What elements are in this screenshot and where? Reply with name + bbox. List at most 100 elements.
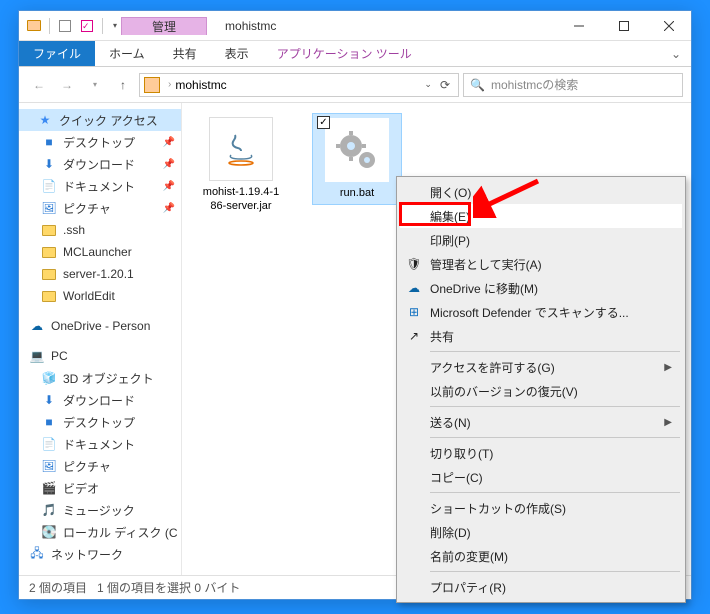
submenu-arrow-icon: ▶ — [664, 417, 672, 428]
navigation-pane[interactable]: ★ クイック アクセス ■デスクトップ📌 ⬇ダウンロード📌 📄ドキュメント📌 🖼… — [19, 103, 182, 575]
menu-edit[interactable]: 編集(E) — [400, 204, 682, 228]
sidebar-quick-access[interactable]: ★ クイック アクセス — [19, 109, 181, 131]
close-button[interactable] — [646, 11, 691, 40]
address-bar[interactable]: › mohistmc ⌄ ⟳ — [139, 73, 459, 97]
sidebar-item-3d[interactable]: 🧊3D オブジェクト — [19, 367, 181, 389]
sidebar-item-downloads[interactable]: ⬇ダウンロード📌 — [19, 153, 181, 175]
folder-icon — [41, 222, 57, 238]
menu-run-admin[interactable]: 🛡管理者として実行(A) — [400, 252, 682, 276]
document-icon: 📄 — [41, 436, 57, 452]
breadcrumb-folder[interactable]: mohistmc — [175, 78, 226, 92]
file-label: mohist-1.19.4-186-server.jar — [200, 185, 282, 214]
tab-app-tools[interactable]: アプリケーション ツール — [263, 41, 426, 66]
menu-separator — [430, 406, 680, 407]
sidebar-item-documents[interactable]: 📄ドキュメント📌 — [19, 175, 181, 197]
navigation-bar: ← → ▾ ↑ › mohistmc ⌄ ⟳ 🔍 mohistmcの検索 — [19, 67, 691, 103]
onedrive-icon: ☁ — [406, 280, 422, 296]
menu-restore[interactable]: 以前のバージョンの復元(V) — [400, 379, 682, 403]
ribbon-expand-icon[interactable]: ⌄ — [661, 41, 691, 66]
sidebar-item-downloads-pc[interactable]: ⬇ダウンロード — [19, 389, 181, 411]
menu-copy[interactable]: コピー(C) — [400, 465, 682, 489]
sidebar-item-video[interactable]: 🎬ビデオ — [19, 477, 181, 499]
management-tab[interactable]: 管理 — [121, 17, 207, 35]
menu-access[interactable]: アクセスを許可する(G)▶ — [400, 355, 682, 379]
sidebar-item-pictures-pc[interactable]: 🖼ピクチャ — [19, 455, 181, 477]
tab-view[interactable]: 表示 — [211, 41, 263, 66]
maximize-button[interactable] — [601, 11, 646, 40]
pin-icon: 📌 — [163, 137, 175, 148]
download-icon: ⬇ — [41, 156, 57, 172]
tab-file[interactable]: ファイル — [19, 41, 95, 66]
file-item-jar[interactable]: mohist-1.19.4-186-server.jar — [196, 113, 286, 218]
download-icon: ⬇ — [41, 392, 57, 408]
menu-shortcut[interactable]: ショートカットの作成(S) — [400, 496, 682, 520]
qat-dropdown-icon[interactable]: ▾ — [109, 21, 121, 30]
folder-app-icon — [25, 17, 43, 35]
picture-icon: 🖼 — [41, 458, 57, 474]
forward-button[interactable]: → — [55, 73, 79, 97]
minimize-button[interactable] — [556, 11, 601, 40]
desktop-icon: ■ — [41, 414, 57, 430]
address-dropdown-icon[interactable]: ⌄ — [420, 79, 436, 90]
menu-properties[interactable]: プロパティ(R) — [400, 575, 682, 599]
bat-icon — [325, 118, 389, 182]
recent-dropdown-icon[interactable]: ▾ — [83, 73, 107, 97]
menu-rename[interactable]: 名前の変更(M) — [400, 544, 682, 568]
disk-icon: 💽 — [41, 524, 57, 540]
window-controls — [556, 11, 691, 40]
breadcrumb-separator-icon[interactable]: › — [164, 79, 175, 90]
sidebar-onedrive[interactable]: ☁OneDrive - Person — [19, 315, 181, 337]
window-title: mohistmc — [207, 17, 294, 35]
video-icon: 🎬 — [41, 480, 57, 496]
sidebar-item-worldedit[interactable]: WorldEdit — [19, 285, 181, 307]
sidebar-item-mclauncher[interactable]: MCLauncher — [19, 241, 181, 263]
tab-share[interactable]: 共有 — [159, 41, 211, 66]
sidebar-item-documents-pc[interactable]: 📄ドキュメント — [19, 433, 181, 455]
file-item-bat[interactable]: ✓ run.bat — [312, 113, 402, 205]
tab-home[interactable]: ホーム — [95, 41, 159, 66]
sidebar-item-desktop-pc[interactable]: ■デスクトップ — [19, 411, 181, 433]
refresh-icon[interactable]: ⟳ — [436, 78, 454, 92]
sidebar-item-localdisk[interactable]: 💽ローカル ディスク (C — [19, 521, 181, 543]
qat-properties-icon[interactable] — [56, 17, 74, 35]
sidebar-item-ssh[interactable]: .ssh — [19, 219, 181, 241]
3d-icon: 🧊 — [41, 370, 57, 386]
star-icon: ★ — [37, 112, 53, 128]
search-placeholder: mohistmcの検索 — [491, 76, 578, 93]
picture-icon: 🖼 — [41, 200, 57, 216]
submenu-arrow-icon: ▶ — [664, 362, 672, 373]
pin-icon: 📌 — [163, 203, 175, 214]
quick-access-toolbar: ✓ ▾ — [19, 17, 121, 35]
sidebar-item-desktop[interactable]: ■デスクトップ📌 — [19, 131, 181, 153]
menu-separator — [430, 571, 680, 572]
search-box[interactable]: 🔍 mohistmcの検索 — [463, 73, 683, 97]
menu-open[interactable]: 開く(O) — [400, 180, 682, 204]
context-menu: 開く(O) 編集(E) 印刷(P) 🛡管理者として実行(A) ☁OneDrive… — [396, 176, 686, 603]
sidebar-pc[interactable]: 💻PC — [19, 345, 181, 367]
sidebar-item-server[interactable]: server-1.20.1 — [19, 263, 181, 285]
network-icon: 🖧 — [29, 546, 45, 562]
qat-checkbox-icon[interactable]: ✓ — [78, 17, 96, 35]
music-icon: 🎵 — [41, 502, 57, 518]
folder-icon — [41, 288, 57, 304]
pc-icon: 💻 — [29, 348, 45, 364]
menu-onedrive-move[interactable]: ☁OneDrive に移動(M) — [400, 276, 682, 300]
menu-delete[interactable]: 削除(D) — [400, 520, 682, 544]
menu-print[interactable]: 印刷(P) — [400, 228, 682, 252]
checkbox-icon[interactable]: ✓ — [317, 116, 330, 129]
desktop-icon: ■ — [41, 134, 57, 150]
menu-defender-scan[interactable]: ⊞Microsoft Defender でスキャンする... — [400, 300, 682, 324]
menu-share[interactable]: ↗共有 — [400, 324, 682, 348]
menu-separator — [430, 437, 680, 438]
menu-send-to[interactable]: 送る(N)▶ — [400, 410, 682, 434]
menu-cut[interactable]: 切り取り(T) — [400, 441, 682, 465]
sidebar-item-music[interactable]: 🎵ミュージック — [19, 499, 181, 521]
shield-icon: 🛡 — [406, 256, 422, 272]
item-count: 2 個の項目 — [29, 579, 87, 596]
menu-separator — [430, 492, 680, 493]
ribbon-tabs: ファイル ホーム 共有 表示 アプリケーション ツール ⌄ — [19, 41, 691, 67]
sidebar-network[interactable]: 🖧ネットワーク — [19, 543, 181, 565]
back-button[interactable]: ← — [27, 73, 51, 97]
up-button[interactable]: ↑ — [111, 73, 135, 97]
sidebar-item-pictures[interactable]: 🖼ピクチャ📌 — [19, 197, 181, 219]
